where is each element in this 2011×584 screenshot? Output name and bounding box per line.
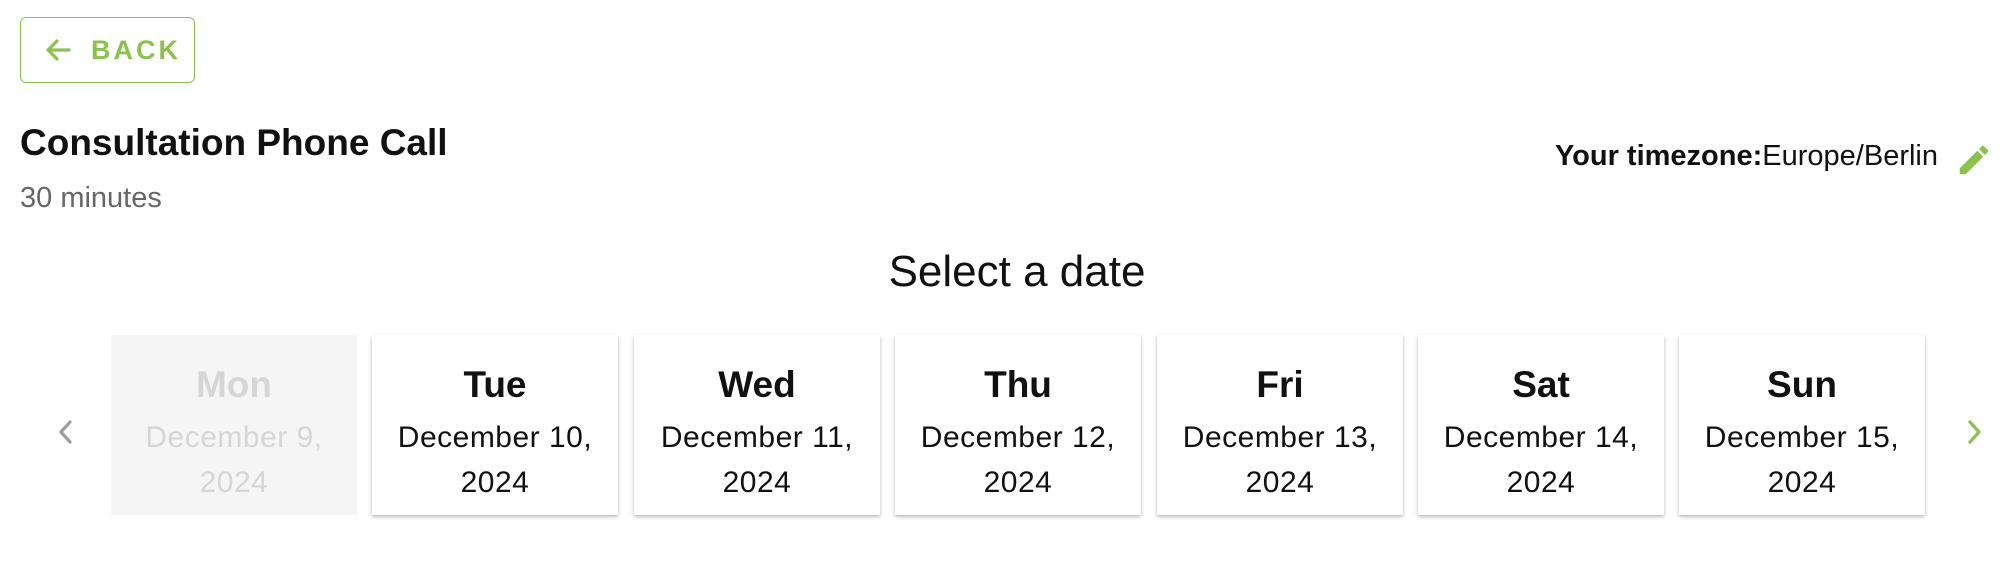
day-card-mon: Mon December 9, 2024 (111, 335, 357, 515)
day-of-week: Thu (984, 364, 1052, 405)
day-date: December 14, 2024 (1443, 421, 1639, 499)
back-button-label: BACK (91, 34, 181, 65)
day-card-sun[interactable]: Sun December 15, 2024 (1679, 335, 1925, 515)
timezone-display: Your timezone:Europe/Berlin (1555, 140, 1938, 173)
back-button[interactable]: BACK (20, 17, 195, 83)
day-date: December 13, 2024 (1182, 421, 1378, 499)
edit-timezone-button[interactable] (1954, 140, 1994, 180)
event-duration: 30 minutes (20, 182, 162, 214)
event-title: Consultation Phone Call (20, 122, 448, 163)
day-of-week: Mon (195, 364, 273, 405)
day-card-thu[interactable]: Thu December 12, 2024 (895, 335, 1141, 515)
section-title: Select a date (888, 247, 1146, 296)
day-date: December 10, 2024 (397, 421, 593, 499)
next-week-button[interactable] (1954, 412, 1994, 452)
day-of-week: Sun (1767, 364, 1837, 405)
chevron-left-icon (59, 420, 72, 444)
day-card-wed[interactable]: Wed December 11, 2024 (634, 335, 880, 515)
day-date: December 11, 2024 (660, 421, 854, 499)
previous-week-button[interactable] (46, 412, 86, 452)
chevron-right-icon (1968, 420, 1981, 444)
timezone-value: Europe/Berlin (1762, 140, 1938, 172)
day-of-week: Fri (1256, 364, 1304, 405)
day-date: December 15, 2024 (1704, 421, 1900, 499)
day-of-week: Sat (1512, 364, 1570, 405)
pencil-icon (1959, 145, 1989, 175)
day-date: December 9, 2024 (145, 421, 323, 499)
day-card-tue[interactable]: Tue December 10, 2024 (372, 335, 618, 515)
day-of-week: Wed (718, 364, 796, 405)
day-date: December 12, 2024 (920, 421, 1116, 499)
timezone-label: Your timezone: (1554, 140, 1763, 172)
day-of-week: Tue (463, 364, 527, 405)
day-card-sat[interactable]: Sat December 14, 2024 (1418, 335, 1664, 515)
day-card-fri[interactable]: Fri December 13, 2024 (1157, 335, 1403, 515)
arrow-left-icon (45, 39, 71, 61)
